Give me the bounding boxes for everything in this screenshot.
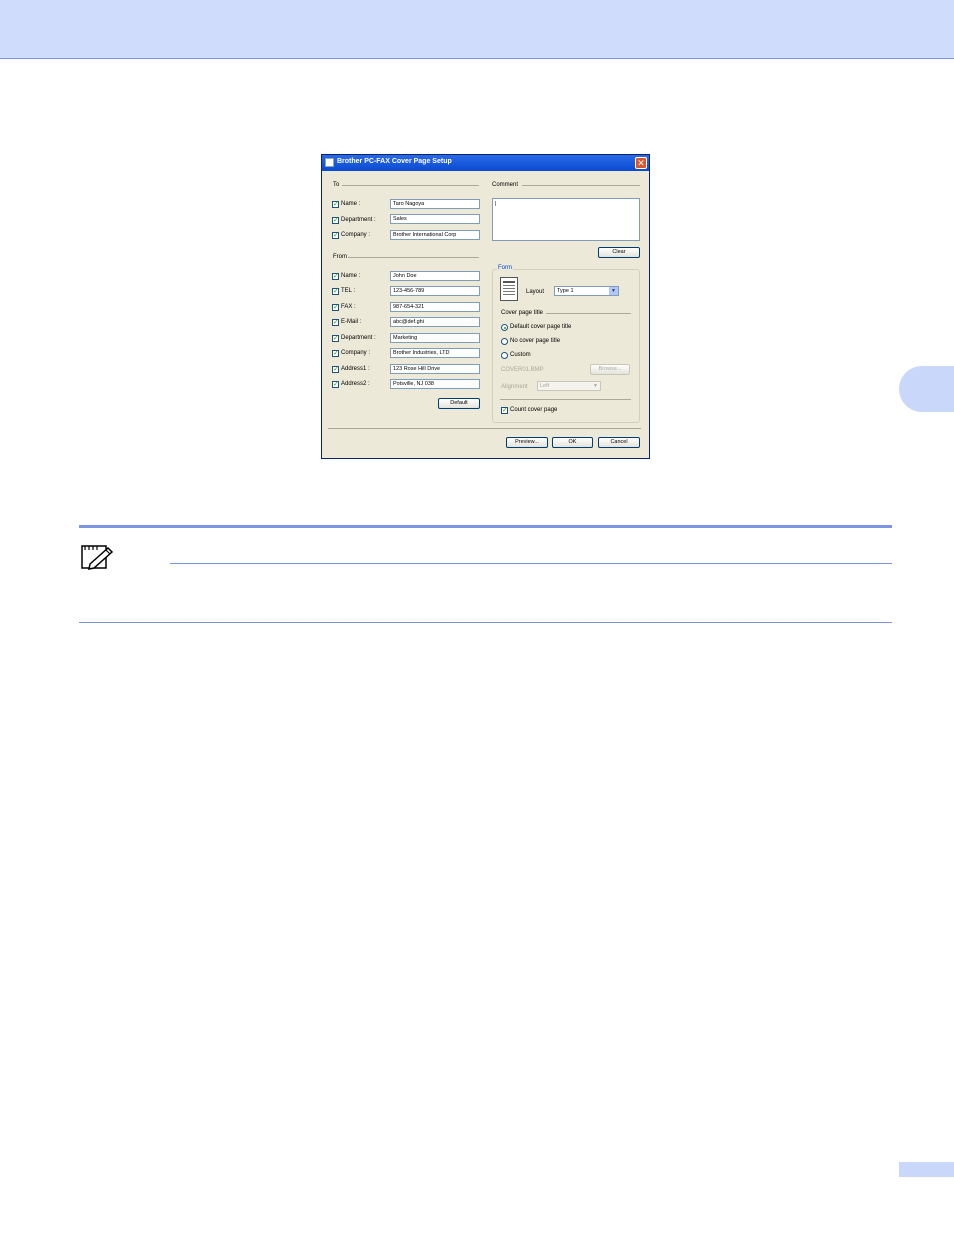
layout-select-value: Type 1 [557,288,574,294]
from-fax-checkbox[interactable]: ✓ [332,304,339,311]
cover-page-setup-dialog: Brother PC-FAX Cover Page Setup ✕ To ✓ N… [321,154,650,459]
from-company-checkbox[interactable]: ✓ [332,350,339,357]
from-address2-checkbox[interactable]: ✓ [332,381,339,388]
from-company-label: Company : [341,350,371,356]
from-tel-field[interactable]: 123-456-789 [390,286,480,296]
from-divider [348,257,479,258]
from-name-label: Name : [341,273,361,279]
from-address1-checkbox[interactable]: ✓ [332,366,339,373]
to-department-label: Department : [341,217,376,223]
from-department-field[interactable]: Marketing [390,333,480,343]
bottom-divider [328,428,641,429]
default-cover-title-radio[interactable] [501,324,508,331]
page-layout-icon [500,277,518,301]
layout-select[interactable]: Type 1 ▼ [554,286,619,296]
from-heading: From [333,254,347,260]
form-heading: Form [497,265,513,271]
to-heading: To [333,182,340,188]
to-divider [342,185,479,186]
note-bottom-rule [79,622,892,623]
from-company-field[interactable]: Brother Industries, LTD [390,348,480,358]
from-tel-checkbox[interactable]: ✓ [332,288,339,295]
clear-button[interactable]: Clear [598,247,640,258]
chevron-down-icon: ▼ [609,287,618,295]
to-name-checkbox[interactable]: ✓ [332,201,339,208]
to-company-field[interactable]: Brother International Corp [390,230,480,240]
comment-textarea[interactable]: | [492,198,640,241]
custom-cover-title-radio[interactable] [501,352,508,359]
title-bar: Brother PC-FAX Cover Page Setup ✕ [322,155,649,171]
to-department-checkbox[interactable]: ✓ [332,217,339,224]
ok-button[interactable]: OK [552,437,593,448]
alignment-label: Alignment [501,384,528,390]
from-department-checkbox[interactable]: ✓ [332,335,339,342]
page-header-band [0,0,954,59]
cover-page-title-heading: Cover page title [501,310,544,316]
preview-button[interactable]: Preview... [506,437,548,448]
from-email-field[interactable]: abc@def.ghi [390,317,480,327]
from-tel-label: TEL : [341,288,356,294]
to-name-field[interactable]: Taro Nagoya [390,199,480,209]
from-department-label: Department : [341,335,376,341]
no-cover-title-radio[interactable] [501,338,508,345]
close-icon: ✕ [637,158,645,168]
from-email-label: E-Mail : [341,319,362,325]
from-email-checkbox[interactable]: ✓ [332,319,339,326]
from-address1-label: Address1 : [341,366,370,372]
to-name-label: Name : [341,201,361,207]
cover-title-divider [546,313,631,314]
close-button[interactable]: ✕ [635,157,647,169]
default-cover-title-label: Default cover page title [510,324,572,330]
no-cover-title-label: No cover page title [510,338,561,344]
note-top-rule [79,525,892,528]
chapter-tab [899,366,954,412]
from-fax-label: FAX : [341,304,356,310]
alignment-select-value: Left [540,383,550,389]
from-address2-field[interactable]: Potsville, NJ 038 [390,379,480,389]
from-address2-label: Address2 : [341,381,370,387]
comment-heading: Comment [492,182,519,188]
count-cover-page-label: Count cover page [510,407,558,413]
cancel-button[interactable]: Cancel [598,437,640,448]
browse-button[interactable]: Browse... [590,364,630,375]
note-pencil-icon [81,545,114,570]
note-middle-rule [170,563,892,564]
custom-cover-title-label: Custom [510,352,531,358]
to-company-label: Company : [341,232,371,238]
app-icon [325,158,334,167]
from-name-field[interactable]: John Doe [390,271,480,281]
comment-divider [522,185,640,186]
alignment-select[interactable]: Left ▼ [537,381,601,391]
dialog-title: Brother PC-FAX Cover Page Setup [337,158,452,165]
alignment-chevron-down-icon: ▼ [593,383,598,389]
cover-file-name: COVER01.BMP [501,367,544,373]
count-cover-page-checkbox[interactable]: ✓ [501,407,508,414]
page-number-tab [899,1162,954,1177]
from-name-checkbox[interactable]: ✓ [332,273,339,280]
count-divider [500,399,631,400]
from-fax-field[interactable]: 987-654-321 [390,302,480,312]
to-department-field[interactable]: Sales [390,214,480,224]
layout-label: Layout [526,289,545,295]
default-button[interactable]: Default [438,398,480,409]
from-address1-field[interactable]: 123 Rose Hill Drive [390,364,480,374]
to-company-checkbox[interactable]: ✓ [332,232,339,239]
